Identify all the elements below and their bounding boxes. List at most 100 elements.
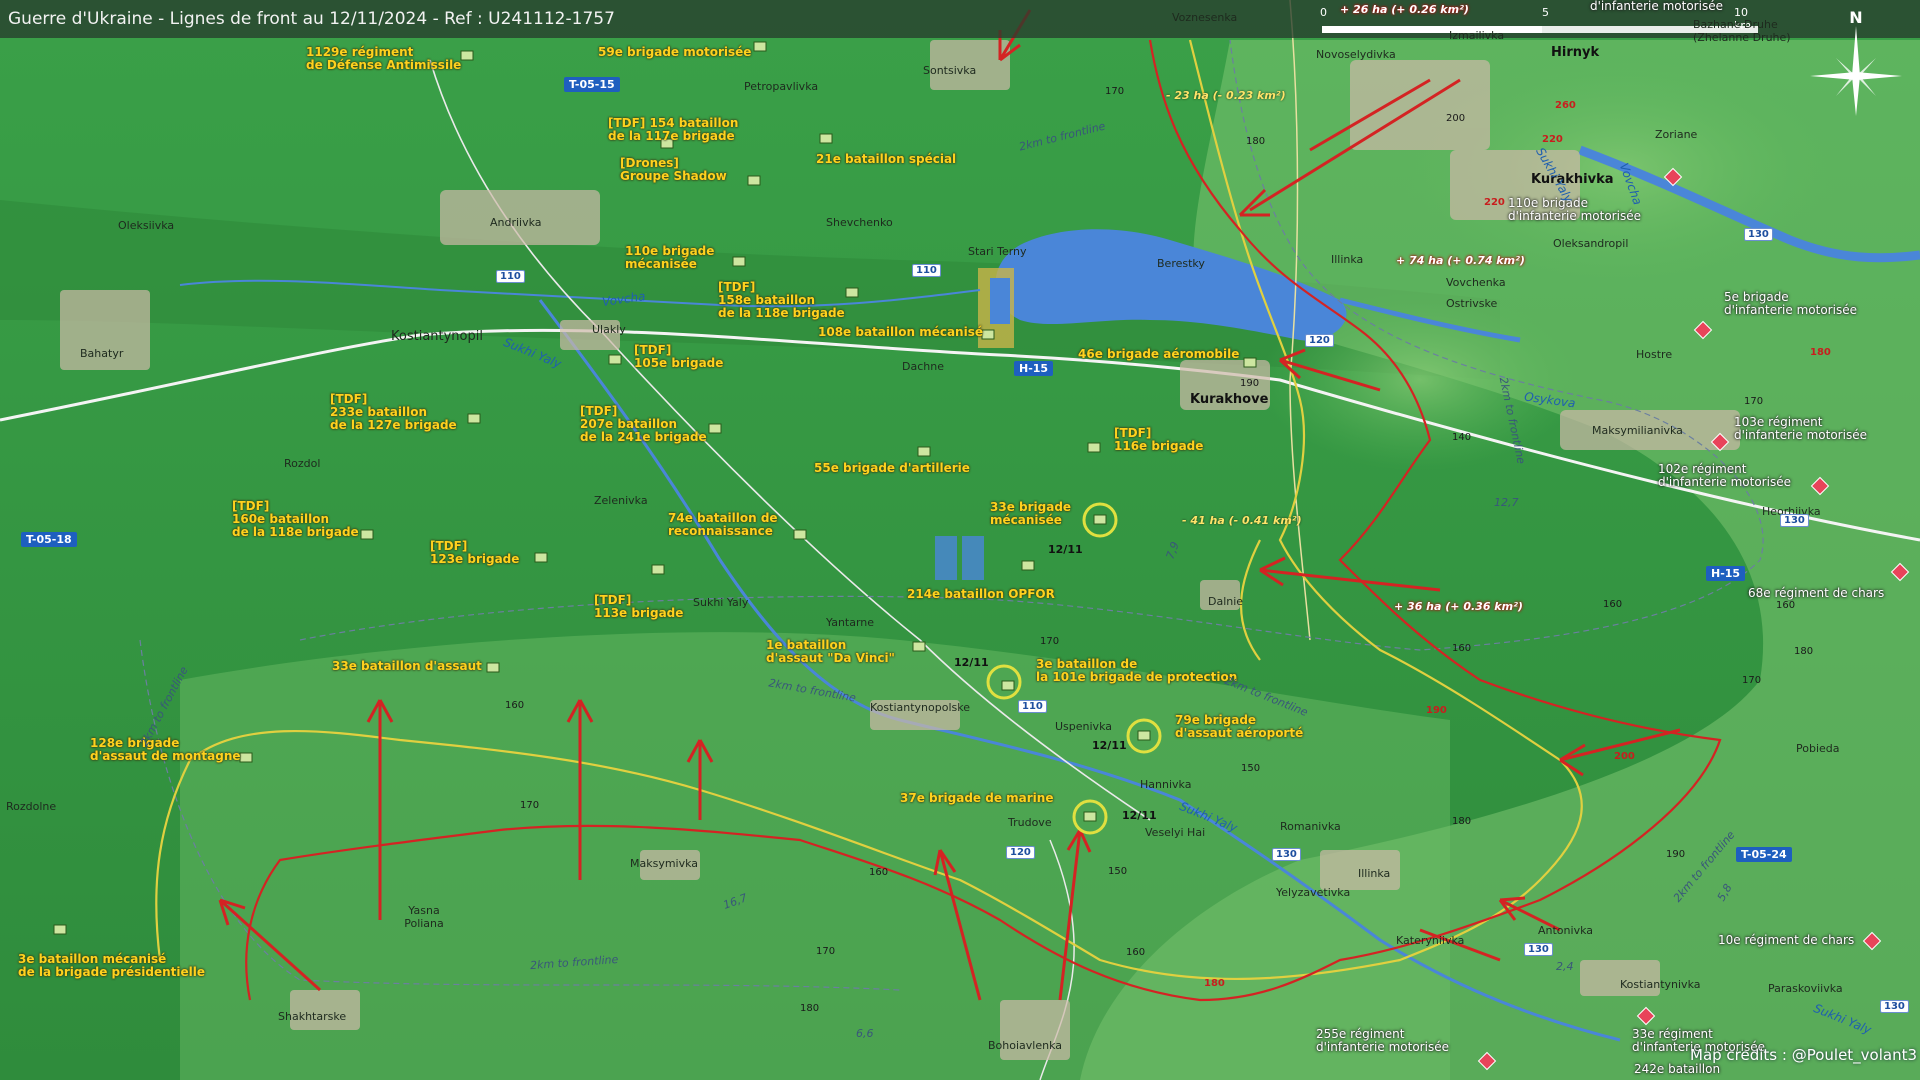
ua-unit-label: 59e brigade motorisée xyxy=(598,45,752,59)
road-shield: H-15 xyxy=(1706,566,1746,581)
place-label: Kateryniivka xyxy=(1396,934,1465,947)
ru-unit-label: 102e régiment d'infanterie motorisée xyxy=(1658,462,1791,489)
ua-unit-label: 33e brigade mécanisée xyxy=(990,500,1072,527)
road-shield: 130 xyxy=(1780,514,1809,527)
place-label: Yantarne xyxy=(826,616,875,629)
altitude-label: 170 xyxy=(816,946,836,957)
update-date-label: 12/11 xyxy=(1092,739,1127,752)
place-label: Sontsivka xyxy=(923,64,977,77)
ua-unit-label: 108e bataillon mécanisé xyxy=(818,325,983,339)
altitude-label-red: 220 xyxy=(1542,134,1563,145)
ua-unit-label: 3e bataillon mécanisé de la brigade prési… xyxy=(18,952,206,979)
cooling-pond xyxy=(990,278,1010,324)
altitude-label: 200 xyxy=(1446,113,1466,124)
ru-unit-label: d'infanterie motorisée xyxy=(1590,0,1723,13)
place-label: Sukhi Yaly xyxy=(693,596,749,609)
altitude-label-red: 260 xyxy=(1555,100,1576,111)
place-label: Hostre xyxy=(1636,348,1673,361)
place-label: Kostiantynopil xyxy=(391,329,483,344)
compass-rose-icon xyxy=(1810,26,1902,116)
ua-unit-label: 3e bataillon de la 101e brigade de protec… xyxy=(1036,657,1238,684)
ru-unit-label: 5e brigade d'infanterie motorisée xyxy=(1724,290,1857,317)
road-shield: 130 xyxy=(1524,943,1553,956)
place-label: Shakhtarske xyxy=(278,1010,347,1023)
ua-unit-label: [TDF] 105e brigade xyxy=(634,343,724,370)
altitude-label: 160 xyxy=(1126,947,1146,958)
place-label: Yelyzavetivka xyxy=(1276,886,1351,899)
road-shield: 130 xyxy=(1744,228,1773,241)
area-change-label: + 36 ha (+ 0.36 km²) xyxy=(1394,600,1523,613)
road-shield: 130 xyxy=(1880,1000,1909,1013)
road-shield: 120 xyxy=(1305,334,1334,347)
place-label: Oleksiivka xyxy=(118,219,175,232)
altitude-label: 180 xyxy=(800,1003,820,1014)
map-canvas[interactable] xyxy=(0,0,1920,1080)
place-label: Antonivka xyxy=(1538,924,1593,937)
place-label: Maksymivka xyxy=(630,857,699,870)
altitude-label: 140 xyxy=(1452,432,1472,443)
ru-unit-label: 103e régiment d'infanterie motorisée xyxy=(1734,415,1867,442)
place-label: Novoselydivka xyxy=(1316,48,1396,61)
place-label: Maksymilianivka xyxy=(1592,424,1683,437)
place-label: Ulakly xyxy=(592,323,626,336)
place-label: Trudove xyxy=(1008,816,1052,829)
town-label: Kurakhivka xyxy=(1531,172,1614,187)
road-shield: T-05-24 xyxy=(1736,847,1792,862)
place-label: Pobieda xyxy=(1796,742,1840,755)
update-date-label: 12/11 xyxy=(954,656,989,669)
ua-unit-label: 21e bataillon spécial xyxy=(816,152,957,166)
altitude-label-red: 200 xyxy=(1614,751,1635,762)
ru-unit-label: 255e régiment d'infanterie motorisée xyxy=(1316,1027,1449,1054)
altitude-label-red: 220 xyxy=(1484,197,1505,208)
place-label: Hannivka xyxy=(1140,778,1192,791)
altitude-label: 160 xyxy=(1452,643,1472,654)
pond xyxy=(935,536,957,580)
place-label: Paraskoviivka xyxy=(1768,982,1843,995)
ua-unit-label: 46e brigade aéromobile xyxy=(1078,347,1240,361)
altitude-label: 150 xyxy=(1108,866,1128,877)
place-label: Illinka xyxy=(1331,253,1364,266)
altitude-label-red: 180 xyxy=(1204,978,1225,989)
altitude-label: 180 xyxy=(1452,816,1472,827)
road-shield: 110 xyxy=(496,270,525,283)
road-shield: T-05-18 xyxy=(21,532,77,547)
place-label: Andriivka xyxy=(490,216,542,229)
place-label: Vovchenka xyxy=(1446,276,1506,289)
road-shield: 110 xyxy=(1018,700,1047,713)
area-change-label: + 74 ha (+ 0.74 km²) xyxy=(1396,254,1525,267)
place-label: Bazhane Druhe (Zhelanne Druhe) xyxy=(1693,18,1791,44)
scale-tick: 0 xyxy=(1320,6,1327,19)
place-label: Shevchenko xyxy=(826,216,893,229)
area-change-label: + 26 ha (+ 0.26 km²) xyxy=(1340,3,1469,16)
ru-unit-label: 68e régiment de chars xyxy=(1748,586,1885,600)
place-label: Oleksandropil xyxy=(1553,237,1629,250)
area-change-label: - 41 ha (- 0.41 km²) xyxy=(1182,514,1302,527)
altitude-label: 190 xyxy=(1666,849,1686,860)
ua-unit-label: [TDF] 158e bataillon de la 118e brigade xyxy=(718,280,845,320)
place-label: Romanivka xyxy=(1280,820,1341,833)
altitude-label: 180 xyxy=(1794,646,1814,657)
altitude-label: 190 xyxy=(1240,378,1260,389)
town-label: Kurakhove xyxy=(1190,392,1269,407)
place-label: Dachne xyxy=(902,360,944,373)
altitude-label: 170 xyxy=(1105,86,1125,97)
map-credits: Map credits : @Poulet_volant3 xyxy=(1690,1046,1918,1064)
ua-unit-label: [TDF] 207e bataillon de la 241e brigade xyxy=(580,404,707,444)
place-label: Veselyi Hai xyxy=(1145,826,1206,839)
place-label: Illinka xyxy=(1358,867,1391,880)
altitude-label: 160 xyxy=(1776,600,1796,611)
place-label: Voznesenka xyxy=(1172,11,1238,24)
place-label: Bahatyr xyxy=(80,347,124,360)
ua-unit-label: 37e brigade de marine xyxy=(900,791,1054,805)
north-compass: N xyxy=(1806,8,1906,118)
scale-tick: 5 xyxy=(1542,6,1549,19)
ua-unit-label: 1e bataillon d'assaut "Da Vinci" xyxy=(766,638,895,665)
update-date-label: 12/11 xyxy=(1122,809,1157,822)
altitude-label: 150 xyxy=(1241,763,1261,774)
altitude-label: 180 xyxy=(1246,136,1266,147)
place-label: Petropavlivka xyxy=(744,80,819,93)
place-label: Kostiantynivka xyxy=(1620,978,1701,991)
ru-unit-label: 110e brigade d'infanterie motorisée xyxy=(1508,196,1641,223)
map-title: Guerre d'Ukraine - Lignes de front au 12… xyxy=(8,9,615,29)
place-label: Rozdolne xyxy=(6,800,57,813)
